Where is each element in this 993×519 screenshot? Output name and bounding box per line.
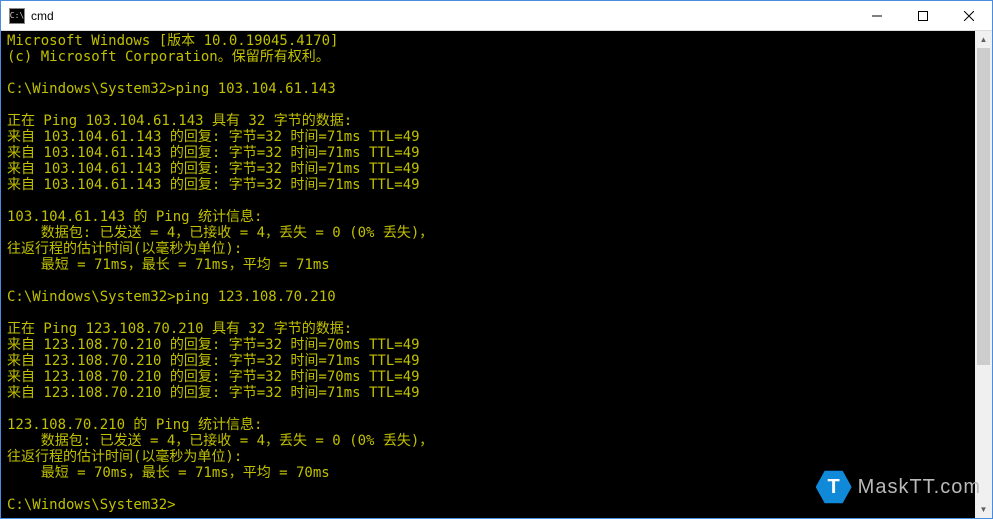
terminal-line: 最短 = 71ms，最长 = 71ms，平均 = 71ms xyxy=(7,257,975,273)
terminal-line: 来自 123.108.70.210 的回复: 字节=32 时间=71ms TTL… xyxy=(7,385,975,401)
terminal-line xyxy=(7,401,975,417)
window-frame: C:\ cmd Microsoft Windows [版本 10.0.19045… xyxy=(0,0,993,519)
terminal-line: 往返行程的估计时间(以毫秒为单位): xyxy=(7,241,975,257)
terminal-line: C:\Windows\System32> xyxy=(7,497,975,513)
minimize-button[interactable] xyxy=(854,1,900,31)
terminal-line: 来自 103.104.61.143 的回复: 字节=32 时间=71ms TTL… xyxy=(7,145,975,161)
terminal-line xyxy=(7,193,975,209)
terminal-line: 数据包: 已发送 = 4，已接收 = 4，丢失 = 0 (0% 丢失)， xyxy=(7,225,975,241)
vertical-scrollbar[interactable]: ▲ ▼ xyxy=(975,31,992,518)
terminal-line: 来自 103.104.61.143 的回复: 字节=32 时间=71ms TTL… xyxy=(7,129,975,145)
scroll-up-arrow-icon[interactable]: ▲ xyxy=(975,31,992,48)
terminal-area: Microsoft Windows [版本 10.0.19045.4170](c… xyxy=(1,31,992,518)
terminal-line: 来自 123.108.70.210 的回复: 字节=32 时间=70ms TTL… xyxy=(7,369,975,385)
terminal-line: (c) Microsoft Corporation。保留所有权利。 xyxy=(7,49,975,65)
terminal-line: 来自 123.108.70.210 的回复: 字节=32 时间=70ms TTL… xyxy=(7,337,975,353)
maximize-icon xyxy=(918,11,928,21)
terminal-output[interactable]: Microsoft Windows [版本 10.0.19045.4170](c… xyxy=(1,31,975,518)
terminal-line: 正在 Ping 103.104.61.143 具有 32 字节的数据: xyxy=(7,113,975,129)
terminal-line: 来自 123.108.70.210 的回复: 字节=32 时间=71ms TTL… xyxy=(7,353,975,369)
terminal-line: 来自 103.104.61.143 的回复: 字节=32 时间=71ms TTL… xyxy=(7,177,975,193)
close-icon xyxy=(964,11,974,21)
terminal-line xyxy=(7,273,975,289)
window-title: cmd xyxy=(31,9,54,23)
cmd-icon: C:\ xyxy=(9,8,25,24)
terminal-line: C:\Windows\System32>ping 123.108.70.210 xyxy=(7,289,975,305)
terminal-line: Microsoft Windows [版本 10.0.19045.4170] xyxy=(7,33,975,49)
terminal-line xyxy=(7,65,975,81)
terminal-line: 数据包: 已发送 = 4，已接收 = 4，丢失 = 0 (0% 丢失)， xyxy=(7,433,975,449)
maximize-button[interactable] xyxy=(900,1,946,31)
titlebar[interactable]: C:\ cmd xyxy=(1,1,992,31)
scrollbar-track[interactable] xyxy=(975,48,992,501)
terminal-line: 正在 Ping 123.108.70.210 具有 32 字节的数据: xyxy=(7,321,975,337)
terminal-line xyxy=(7,97,975,113)
scroll-down-arrow-icon[interactable]: ▼ xyxy=(975,501,992,518)
terminal-line xyxy=(7,481,975,497)
close-button[interactable] xyxy=(946,1,992,31)
terminal-line: 往返行程的估计时间(以毫秒为单位): xyxy=(7,449,975,465)
terminal-line: 123.108.70.210 的 Ping 统计信息: xyxy=(7,417,975,433)
terminal-line: 103.104.61.143 的 Ping 统计信息: xyxy=(7,209,975,225)
terminal-line: 最短 = 70ms，最长 = 71ms，平均 = 70ms xyxy=(7,465,975,481)
minimize-icon xyxy=(872,11,882,21)
scrollbar-thumb[interactable] xyxy=(977,48,990,365)
terminal-line: C:\Windows\System32>ping 103.104.61.143 xyxy=(7,81,975,97)
terminal-line xyxy=(7,305,975,321)
terminal-line: 来自 103.104.61.143 的回复: 字节=32 时间=71ms TTL… xyxy=(7,161,975,177)
